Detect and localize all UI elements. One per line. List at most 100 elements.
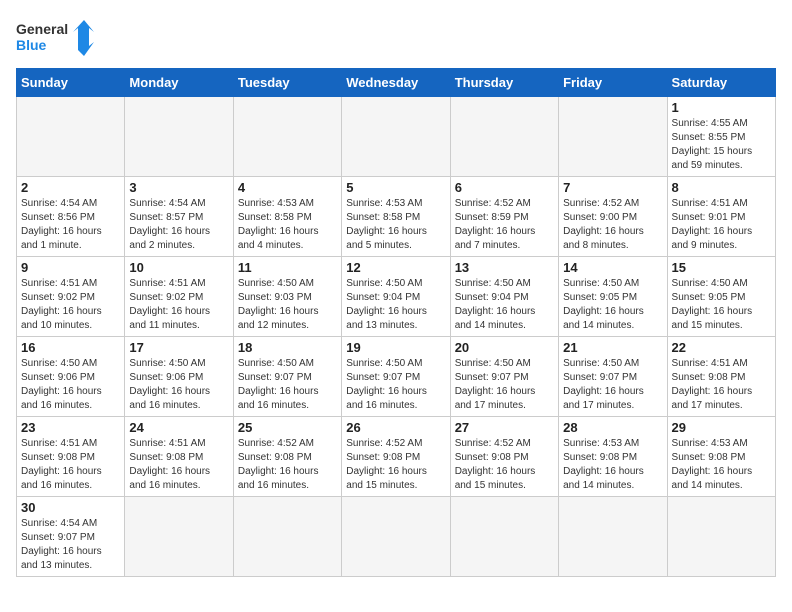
calendar-cell: 19Sunrise: 4:50 AM Sunset: 9:07 PM Dayli… [342,337,450,417]
day-number: 16 [21,340,120,355]
calendar-cell [342,97,450,177]
day-info: Sunrise: 4:51 AM Sunset: 9:08 PM Dayligh… [21,437,120,493]
calendar-cell [450,497,558,577]
calendar-week-row: 16 Sunrise: 4:50 AM Sunset: 9:06 PM Dayli… [17,337,776,417]
calendar-cell: 17Sunrise: 4:50 AM Sunset: 9:06 PM Dayli… [125,337,233,417]
logo: General Blue [16,16,96,60]
calendar-cell: 6 Sunrise: 4:52 AM Sunset: 8:59 PM Daylig… [450,177,558,257]
day-number: 25 [238,420,337,435]
calendar-cell: 4 Sunrise: 4:53 AM Sunset: 8:58 PM Daylig… [233,177,341,257]
day-number: 6 [455,180,554,195]
day-number: 4 [238,180,337,195]
day-info: Sunrise: 4:50 AM Sunset: 9:03 PM Dayligh… [238,277,337,333]
calendar-cell: 20 Sunrise: 4:50 AM Sunset: 9:07 PM Dayli… [450,337,558,417]
calendar-cell [17,97,125,177]
day-info: Sunrise: 4:54 AM Sunset: 8:57 PM Dayligh… [129,197,228,253]
calendar-cell: 29Sunrise: 4:53 AM Sunset: 9:08 PM Dayli… [667,417,775,497]
calendar-cell: 14Sunrise: 4:50 AM Sunset: 9:05 PM Dayli… [559,257,667,337]
day-number: 7 [563,180,662,195]
calendar-cell: 21Sunrise: 4:50 AM Sunset: 9:07 PM Dayli… [559,337,667,417]
calendar-header-row: SundayMondayTuesdayWednesdayThursdayFrid… [17,69,776,97]
day-info: Sunrise: 4:52 AM Sunset: 9:08 PM Dayligh… [346,437,445,493]
day-number: 22 [672,340,771,355]
day-info: Sunrise: 4:54 AM Sunset: 9:07 PM Dayligh… [21,517,120,573]
day-info: Sunrise: 4:52 AM Sunset: 8:59 PM Dayligh… [455,197,554,253]
day-number: 10 [129,260,228,275]
day-info: Sunrise: 4:50 AM Sunset: 9:07 PM Dayligh… [346,357,445,413]
weekday-header-friday: Friday [559,69,667,97]
day-number: 26 [346,420,445,435]
day-number: 15 [672,260,771,275]
calendar-cell: 28 Sunrise: 4:53 AM Sunset: 9:08 PM Dayli… [559,417,667,497]
calendar-cell: 25 Sunrise: 4:52 AM Sunset: 9:08 PM Dayli… [233,417,341,497]
day-info: Sunrise: 4:51 AM Sunset: 9:02 PM Dayligh… [129,277,228,333]
calendar-cell [125,97,233,177]
day-info: Sunrise: 4:50 AM Sunset: 9:07 PM Dayligh… [563,357,662,413]
day-info: Sunrise: 4:50 AM Sunset: 9:06 PM Dayligh… [129,357,228,413]
day-number: 9 [21,260,120,275]
day-info: Sunrise: 4:52 AM Sunset: 9:08 PM Dayligh… [455,437,554,493]
day-number: 8 [672,180,771,195]
weekday-header-monday: Monday [125,69,233,97]
day-info: Sunrise: 4:53 AM Sunset: 8:58 PM Dayligh… [238,197,337,253]
calendar-table: SundayMondayTuesdayWednesdayThursdayFrid… [16,68,776,577]
day-number: 27 [455,420,554,435]
day-number: 18 [238,340,337,355]
day-number: 28 [563,420,662,435]
day-info: Sunrise: 4:51 AM Sunset: 9:08 PM Dayligh… [672,357,771,413]
day-info: Sunrise: 4:50 AM Sunset: 9:05 PM Dayligh… [563,277,662,333]
day-number: 13 [455,260,554,275]
calendar-cell [667,497,775,577]
header: General Blue [16,16,776,60]
svg-text:Blue: Blue [16,37,47,53]
calendar-cell: 30 Sunrise: 4:54 AM Sunset: 9:07 PM Dayli… [17,497,125,577]
calendar-cell: 13Sunrise: 4:50 AM Sunset: 9:04 PM Dayli… [450,257,558,337]
logo-svg: General Blue [16,16,96,60]
calendar-cell: 18 Sunrise: 4:50 AM Sunset: 9:07 PM Dayli… [233,337,341,417]
weekday-header-tuesday: Tuesday [233,69,341,97]
calendar-cell: 3Sunrise: 4:54 AM Sunset: 8:57 PM Daylig… [125,177,233,257]
calendar-week-row: 2 Sunrise: 4:54 AM Sunset: 8:56 PM Daylig… [17,177,776,257]
calendar-cell: 5 Sunrise: 4:53 AM Sunset: 8:58 PM Daylig… [342,177,450,257]
day-info: Sunrise: 4:51 AM Sunset: 9:02 PM Dayligh… [21,277,120,333]
day-info: Sunrise: 4:50 AM Sunset: 9:07 PM Dayligh… [455,357,554,413]
weekday-header-sunday: Sunday [17,69,125,97]
weekday-header-saturday: Saturday [667,69,775,97]
day-info: Sunrise: 4:53 AM Sunset: 9:08 PM Dayligh… [563,437,662,493]
calendar-week-row: 23 Sunrise: 4:51 AM Sunset: 9:08 PM Dayli… [17,417,776,497]
calendar-cell: 8 Sunrise: 4:51 AM Sunset: 9:01 PM Daylig… [667,177,775,257]
day-info: Sunrise: 4:52 AM Sunset: 9:08 PM Dayligh… [238,437,337,493]
day-info: Sunrise: 4:50 AM Sunset: 9:07 PM Dayligh… [238,357,337,413]
weekday-header-wednesday: Wednesday [342,69,450,97]
day-number: 11 [238,260,337,275]
day-info: Sunrise: 4:52 AM Sunset: 9:00 PM Dayligh… [563,197,662,253]
calendar-cell: 15Sunrise: 4:50 AM Sunset: 9:05 PM Dayli… [667,257,775,337]
calendar-cell: 10 Sunrise: 4:51 AM Sunset: 9:02 PM Dayli… [125,257,233,337]
day-number: 5 [346,180,445,195]
calendar-cell: 7 Sunrise: 4:52 AM Sunset: 9:00 PM Daylig… [559,177,667,257]
weekday-header-thursday: Thursday [450,69,558,97]
day-number: 1 [672,100,771,115]
calendar-cell [233,97,341,177]
day-info: Sunrise: 4:54 AM Sunset: 8:56 PM Dayligh… [21,197,120,253]
calendar-cell: 24 Sunrise: 4:51 AM Sunset: 9:08 PM Dayli… [125,417,233,497]
day-number: 30 [21,500,120,515]
calendar-cell: 2 Sunrise: 4:54 AM Sunset: 8:56 PM Daylig… [17,177,125,257]
calendar-cell [559,497,667,577]
calendar-cell [559,97,667,177]
day-info: Sunrise: 4:55 AM Sunset: 8:55 PM Dayligh… [672,117,771,173]
day-info: Sunrise: 4:51 AM Sunset: 9:08 PM Dayligh… [129,437,228,493]
day-number: 23 [21,420,120,435]
calendar-week-row: 1 Sunrise: 4:55 AM Sunset: 8:55 PM Daylig… [17,97,776,177]
calendar-cell [342,497,450,577]
day-number: 24 [129,420,228,435]
day-number: 20 [455,340,554,355]
calendar-cell: 27 Sunrise: 4:52 AM Sunset: 9:08 PM Dayli… [450,417,558,497]
calendar-cell: 26 Sunrise: 4:52 AM Sunset: 9:08 PM Dayli… [342,417,450,497]
day-info: Sunrise: 4:53 AM Sunset: 8:58 PM Dayligh… [346,197,445,253]
calendar-cell: 11 Sunrise: 4:50 AM Sunset: 9:03 PM Dayli… [233,257,341,337]
day-number: 2 [21,180,120,195]
calendar-cell: 1 Sunrise: 4:55 AM Sunset: 8:55 PM Daylig… [667,97,775,177]
calendar-cell [125,497,233,577]
day-info: Sunrise: 4:51 AM Sunset: 9:01 PM Dayligh… [672,197,771,253]
